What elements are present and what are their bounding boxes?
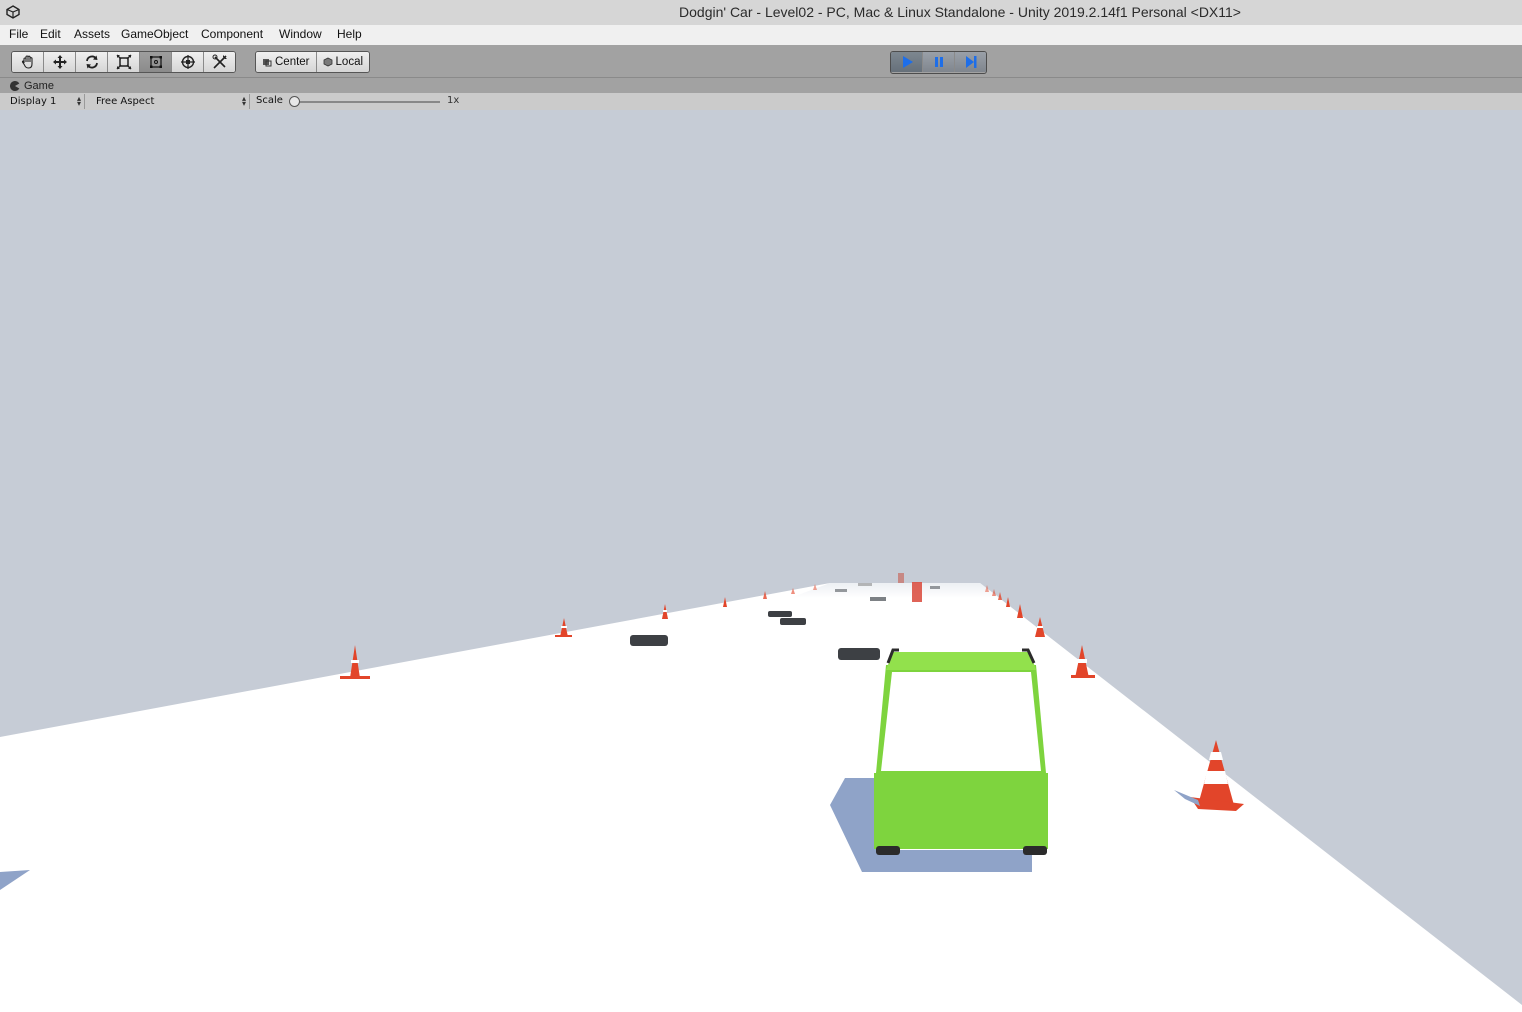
aspect-dropdown-value: Free Aspect — [96, 96, 155, 107]
menu-help[interactable]: Help — [337, 27, 362, 41]
window-title: Dodgin' Car - Level02 - PC, Mac & Linux … — [679, 4, 1241, 20]
pivot-center-label: Center — [275, 56, 310, 68]
scale-icon — [116, 54, 131, 70]
aspect-dropdown[interactable]: Free Aspect ▴ ▾ — [90, 94, 250, 109]
pivot-center-button[interactable]: Center — [256, 52, 317, 72]
title-bar: Dodgin' Car - Level02 - PC, Mac & Linux … — [0, 0, 1522, 25]
obstacle-distant — [835, 589, 847, 592]
pivot-toggles: Center Local — [255, 51, 371, 73]
play-icon — [902, 56, 913, 68]
playmode-controls — [890, 51, 987, 74]
menu-edit[interactable]: Edit — [40, 27, 61, 41]
scale-label: Scale — [256, 95, 283, 106]
tab-game-label: Game — [24, 79, 54, 92]
menu-component[interactable]: Component — [201, 27, 263, 41]
main-toolbar: Center Local — [0, 45, 1522, 78]
hand-tool-button[interactable] — [12, 52, 44, 72]
menu-window[interactable]: Window — [279, 27, 322, 41]
scale-slider-track[interactable] — [292, 101, 440, 103]
car-wheel — [1023, 846, 1047, 855]
local-space-icon — [323, 57, 332, 67]
obstacle-distant — [912, 582, 922, 602]
dropdown-arrows-icon: ▴ ▾ — [76, 94, 81, 108]
menu-assets[interactable]: Assets — [74, 27, 110, 41]
pause-icon — [934, 57, 943, 67]
obstacle-distant — [898, 573, 904, 583]
step-icon — [965, 56, 976, 68]
game-pacman-icon — [10, 80, 20, 91]
rotate-icon — [85, 55, 98, 69]
rect-tool-button[interactable] — [140, 52, 172, 72]
hand-icon — [21, 55, 33, 69]
transform-tools — [11, 51, 236, 73]
dropdown-arrows-icon: ▴ ▾ — [241, 94, 246, 108]
move-icon — [52, 55, 67, 69]
car-wheel — [876, 846, 900, 855]
transform-icon — [180, 55, 195, 69]
custom-tool-button[interactable] — [204, 52, 235, 72]
obstacle-distant — [870, 597, 886, 601]
step-button[interactable] — [955, 52, 986, 72]
tab-game[interactable]: Game — [4, 78, 60, 93]
car-body — [874, 773, 1048, 849]
pivot-local-label: Local — [335, 56, 364, 68]
custom-tools-icon — [212, 54, 227, 69]
scale-slider-thumb[interactable] — [289, 96, 300, 107]
car-roof — [886, 652, 1036, 670]
menu-bar: File Edit Assets GameObject Component Wi… — [0, 25, 1522, 46]
car-window — [881, 672, 1041, 771]
game-tab-bar: Game — [0, 78, 1522, 93]
transform-tool-button[interactable] — [172, 52, 204, 72]
move-tool-button[interactable] — [44, 52, 76, 72]
play-button[interactable] — [891, 52, 923, 72]
game-view-toolbar: Display 1 ▴ ▾ Free Aspect ▴ ▾ Scale 1x — [0, 93, 1522, 111]
menu-gameobject[interactable]: GameObject — [121, 27, 188, 41]
display-dropdown-value: Display 1 — [10, 96, 57, 107]
rect-icon — [149, 56, 162, 68]
rotate-tool-button[interactable] — [76, 52, 108, 72]
game-viewport[interactable] — [0, 110, 1522, 1012]
scale-tool-button[interactable] — [108, 52, 140, 72]
menu-file[interactable]: File — [9, 27, 28, 41]
pivot-local-button[interactable]: Local — [316, 52, 370, 72]
obstacle-distant — [930, 586, 940, 589]
scale-value: 1x — [447, 95, 460, 106]
obstacle-distant — [858, 583, 872, 586]
pause-button[interactable] — [923, 52, 955, 72]
center-pivot-icon — [263, 59, 272, 67]
display-dropdown[interactable]: Display 1 ▴ ▾ — [4, 94, 85, 109]
